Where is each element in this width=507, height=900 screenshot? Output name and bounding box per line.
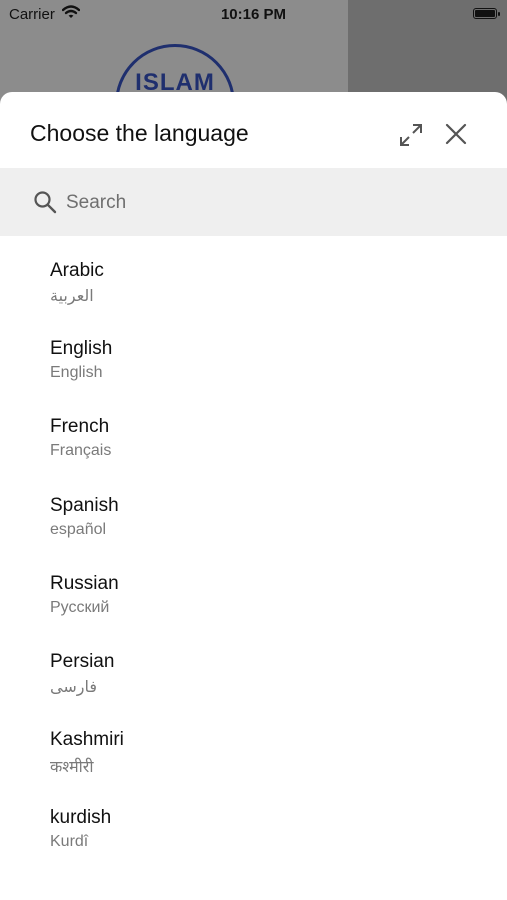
- language-native-name: العربية: [50, 288, 94, 305]
- language-native-name: English: [50, 364, 103, 382]
- language-item-spanish[interactable]: Spanish español: [0, 473, 507, 551]
- sheet-title: Choose the language: [30, 120, 249, 146]
- language-native-name: español: [50, 520, 107, 538]
- language-native-name: Русский: [50, 598, 110, 616]
- language-native-name: فارسی: [50, 678, 97, 696]
- language-item-arabic[interactable]: Arabic العربية: [0, 238, 507, 316]
- language-name: Spanish: [50, 494, 119, 516]
- expand-arrows-icon: [400, 124, 422, 146]
- status-bar: Carrier 10:16 PM: [0, 0, 507, 28]
- language-name: Arabic: [50, 260, 104, 281]
- language-name: kurdish: [50, 807, 112, 829]
- language-name: Persian: [50, 650, 115, 672]
- close-icon: [445, 123, 467, 145]
- language-native-name: कश्मीरी: [50, 759, 94, 777]
- language-native-name: Kurdî: [50, 833, 89, 851]
- language-native-name: Français: [50, 442, 112, 460]
- search-input[interactable]: [64, 186, 468, 220]
- language-item-persian[interactable]: Persian فارسی: [0, 629, 507, 707]
- close-button[interactable]: [444, 122, 468, 146]
- language-item-english[interactable]: English English: [0, 316, 507, 394]
- language-name: French: [50, 416, 110, 438]
- language-name: Kashmiri: [50, 729, 124, 751]
- language-item-french[interactable]: French Français: [0, 394, 507, 472]
- search-bar: [0, 168, 507, 236]
- battery-icon: [473, 8, 500, 19]
- status-time: 10:16 PM: [220, 6, 287, 23]
- language-name: English: [50, 338, 113, 360]
- search-icon: [34, 191, 57, 214]
- language-item-kashmiri[interactable]: Kashmiri कश्मीरी: [0, 707, 507, 785]
- language-item-russian[interactable]: Russian Русский: [0, 551, 507, 629]
- language-item-kurdish[interactable]: kurdish Kurdî: [0, 785, 507, 863]
- language-name: Russian: [50, 572, 119, 594]
- language-list: Arabic العربية English English French Fr…: [0, 238, 507, 864]
- language-sheet: Choose the language Arabic العربية Engli…: [0, 92, 507, 900]
- expand-button[interactable]: [398, 122, 424, 148]
